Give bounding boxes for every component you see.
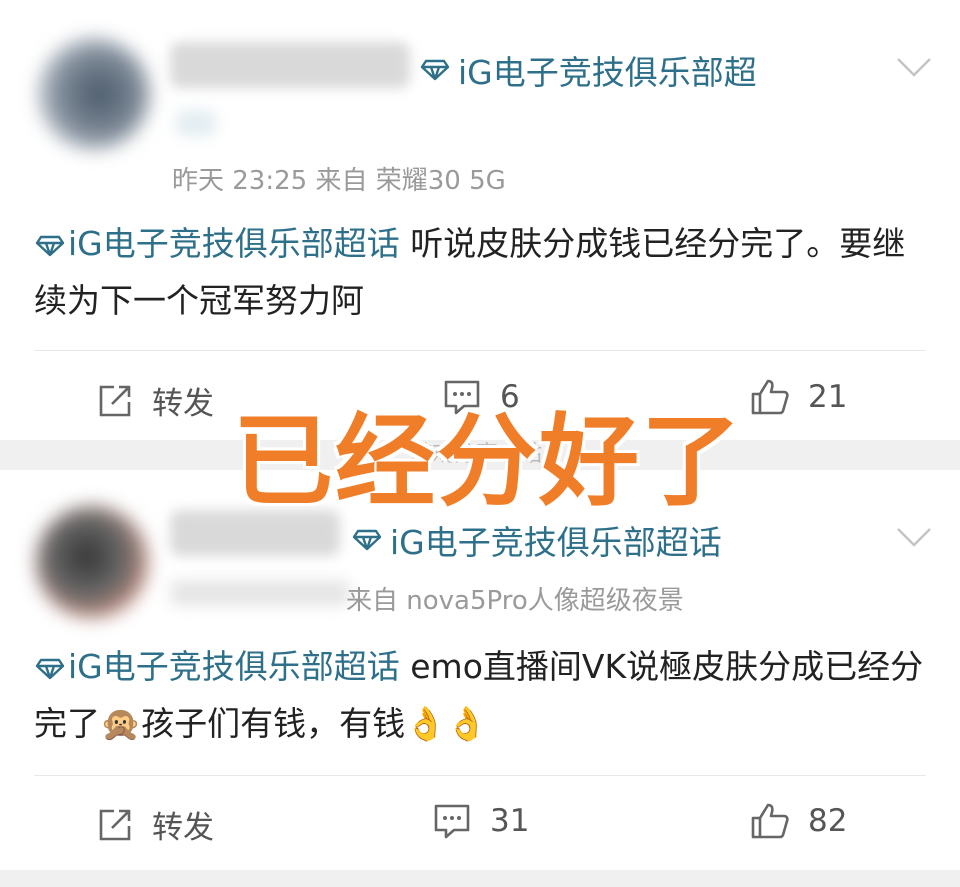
- comment-icon: [434, 804, 470, 839]
- post-meta: 来自 nova5Pro人像超级夜景: [346, 586, 684, 616]
- comment-button[interactable]: 31: [432, 802, 529, 840]
- share-icon: [99, 809, 131, 840]
- topic-header-label: iG电子竞技俱乐部超: [458, 53, 757, 92]
- chevron-down-icon[interactable]: [896, 526, 932, 548]
- ok-hand-emoji: 👌👌: [405, 704, 488, 743]
- feed-separator: [0, 870, 960, 887]
- see-no-evil-monkey-emoji: 🙊: [100, 704, 142, 743]
- repost-label: 转发: [152, 386, 214, 422]
- user-badge-blurred: [176, 110, 216, 136]
- diamond-icon: [420, 59, 450, 81]
- post-card-1: iG电子竞技俱乐部超 昨天 23:25 来自 荣耀30 5G iG电子竞技俱乐部…: [0, 0, 960, 440]
- diamond-icon: [35, 235, 65, 257]
- like-count: 21: [808, 379, 848, 415]
- avatar[interactable]: [36, 506, 148, 618]
- post-body-text-2: 孩子们有钱，有钱: [141, 704, 406, 743]
- topic-header-link[interactable]: iG电子竞技俱乐部超: [420, 46, 757, 94]
- post-body: iG电子竞技俱乐部超话 听说皮肤分成钱已经分完了。要继续为下一个冠军努力阿: [34, 215, 934, 329]
- repost-label: 转发: [152, 810, 214, 846]
- comment-count: 31: [490, 803, 530, 839]
- divider: [34, 775, 926, 776]
- username-blurred[interactable]: [170, 42, 410, 88]
- thumbs-up-icon: [751, 803, 789, 839]
- share-icon: [99, 385, 131, 416]
- post-card-2: iG电子竞技俱乐部超话 来自 nova5Pro人像超级夜景 iG电子竞技俱乐部超…: [0, 470, 960, 870]
- thumbs-up-icon: [751, 379, 789, 415]
- topic-inline-link[interactable]: iG电子竞技俱乐部超话: [34, 224, 400, 263]
- like-button[interactable]: 21: [750, 378, 847, 416]
- repost-button[interactable]: 转发: [96, 802, 214, 847]
- overlay-caption: 已经分好了: [233, 403, 743, 520]
- chevron-down-icon[interactable]: [896, 56, 932, 78]
- repost-button[interactable]: 转发: [96, 378, 214, 423]
- post-body: iG电子竞技俱乐部超话 emo直播间VK说極皮肤分成已经分完了🙊孩子们有钱，有钱…: [34, 638, 934, 752]
- avatar[interactable]: [38, 38, 150, 150]
- diamond-icon: [35, 658, 65, 680]
- user-badge-blurred: [170, 580, 350, 606]
- like-count: 82: [808, 803, 848, 839]
- divider: [34, 350, 926, 351]
- topic-inline-link[interactable]: iG电子竞技俱乐部超话: [34, 647, 400, 686]
- topic-inline-label: iG电子竞技俱乐部超话: [68, 224, 400, 263]
- post-meta: 昨天 23:25 来自 荣耀30 5G: [172, 166, 506, 196]
- topic-inline-label: iG电子竞技俱乐部超话: [68, 647, 400, 686]
- diamond-icon: [352, 529, 382, 551]
- like-button[interactable]: 82: [750, 802, 847, 840]
